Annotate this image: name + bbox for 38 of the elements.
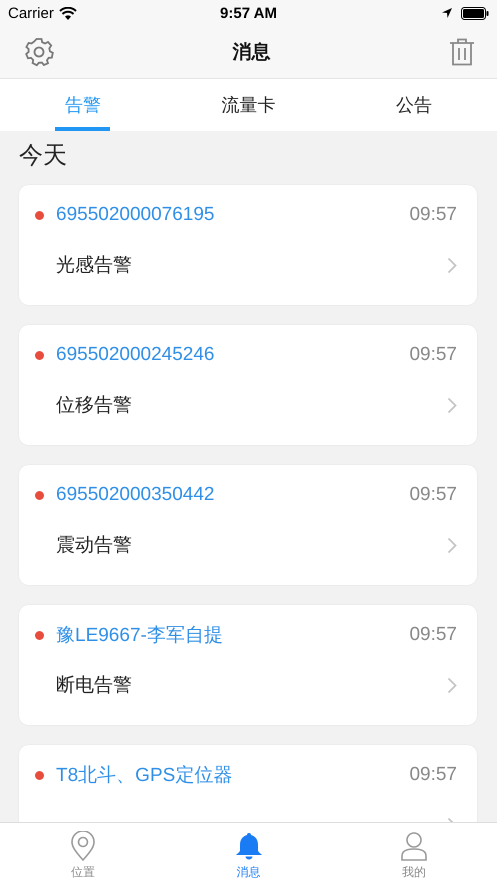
device-name: 豫LE9667-李军自提 <box>56 624 224 648</box>
trash-icon <box>449 38 475 66</box>
clock: 9:57 AM <box>220 4 277 22</box>
device-name: 695502000076195 <box>56 204 216 226</box>
device-name: 695502000245246 <box>56 344 216 366</box>
tab-bar-item[interactable]: 位置 <box>0 823 166 883</box>
alert-time: 09:57 <box>409 624 457 646</box>
device-name: 695502000350442 <box>56 484 216 506</box>
alert-card[interactable]: 695502000350442 09:57 震动告警 <box>19 465 477 585</box>
alert-card[interactable]: 695502000076195 09:57 光感告警 <box>19 185 477 305</box>
section-heading: 今天 <box>19 141 68 171</box>
settings-icon <box>24 37 54 67</box>
carrier-label: Carrier <box>8 4 54 22</box>
alert-card[interactable]: 695502000245246 09:57 位移告警 <box>19 325 477 445</box>
delete-button[interactable] <box>449 38 475 66</box>
bell-icon <box>236 831 262 861</box>
alert-time: 09:57 <box>409 484 457 506</box>
tab-bar-item[interactable]: 消息 <box>166 823 332 883</box>
alert-type: 断电告警 <box>55 674 133 698</box>
location-pin-icon <box>70 831 96 861</box>
alert-type: 光感告警 <box>55 254 133 278</box>
person-icon <box>401 831 428 861</box>
tab[interactable]: 公告 <box>331 79 497 131</box>
tab-bar-item[interactable]: 我的 <box>331 823 497 883</box>
device-name: T8北斗、GPS定位器 <box>56 764 234 788</box>
battery-icon <box>461 6 489 20</box>
alert-card[interactable]: T8北斗、GPS定位器 09:57 <box>19 745 477 822</box>
alert-time: 09:57 <box>409 204 457 226</box>
wifi-icon <box>58 6 77 20</box>
location-arrow-icon <box>441 7 453 19</box>
alert-type: 位移告警 <box>55 394 133 418</box>
settings-button[interactable] <box>24 37 54 67</box>
alert-time: 09:57 <box>409 764 457 786</box>
alert-card[interactable]: 豫LE9667-李军自提 09:57 断电告警 <box>19 605 477 725</box>
tab[interactable]: 流量卡 <box>166 79 332 131</box>
alert-type: 震动告警 <box>55 534 133 558</box>
screen-title: 消息 <box>232 41 270 65</box>
alert-time: 09:57 <box>409 344 457 366</box>
